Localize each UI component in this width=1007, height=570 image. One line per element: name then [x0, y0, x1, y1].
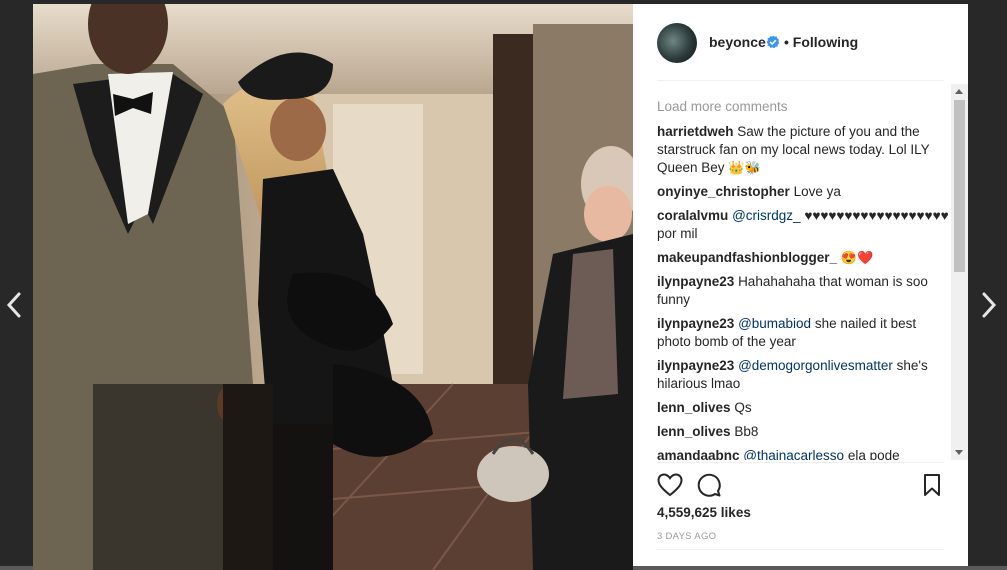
- scroll-down-arrow-icon[interactable]: [955, 450, 963, 455]
- comment-mention[interactable]: @thainacarlesso: [743, 448, 844, 460]
- comment: amandaabnc @thainacarlesso ela pode: [657, 447, 951, 460]
- post-timestamp[interactable]: 3 DAYS AGO: [657, 531, 716, 542]
- verified-badge-icon: [766, 35, 780, 49]
- comment: ilynpayne23 @demogorgonlivesmatter she's…: [657, 357, 951, 393]
- comment-username[interactable]: ilynpayne23: [657, 316, 734, 331]
- comment: ilynpayne23 Hahahahaha that woman is soo…: [657, 273, 951, 309]
- post-header: beyonce • Following: [633, 4, 968, 80]
- comment-username[interactable]: onyinye_christopher: [657, 184, 790, 199]
- comment: lenn_olives Bb8: [657, 423, 951, 441]
- post-username[interactable]: beyonce: [709, 34, 766, 50]
- comment: makeupandfashionblogger_ 😍❤️: [657, 249, 951, 267]
- divider: [657, 549, 944, 550]
- avatar[interactable]: [657, 23, 697, 63]
- comment-text: Love ya: [793, 184, 841, 199]
- comment-username[interactable]: ilynpayne23: [657, 358, 734, 373]
- comment-username[interactable]: amandaabnc: [657, 448, 740, 460]
- comment-mention[interactable]: @demogorgonlivesmatter: [738, 358, 893, 373]
- previous-post-button[interactable]: [2, 288, 26, 322]
- comment: onyinye_christopher Love ya: [657, 183, 951, 201]
- divider: [657, 80, 944, 81]
- likes-count[interactable]: 4,559,625 likes: [657, 505, 751, 520]
- comments-list: Load more comments harrietdweh Saw the p…: [657, 96, 951, 460]
- scroll-up-arrow-icon[interactable]: [955, 89, 963, 94]
- comment-text: Bb8: [734, 424, 759, 439]
- comment-username[interactable]: ilynpayne23: [657, 274, 734, 289]
- comment: coralalvmu @crisrdgz_ ♥♥♥♥♥♥♥♥♥♥♥♥♥♥♥♥♥♥…: [657, 207, 951, 243]
- comment-username[interactable]: lenn_olives: [657, 424, 731, 439]
- follow-status[interactable]: • Following: [784, 34, 858, 50]
- post-photo[interactable]: [33, 4, 633, 570]
- load-more-comments-link[interactable]: Load more comments: [657, 98, 951, 116]
- post-actions: [657, 470, 947, 500]
- comment-mention[interactable]: @crisrdgz_: [732, 208, 800, 223]
- comment-username[interactable]: lenn_olives: [657, 400, 731, 415]
- divider: [657, 462, 944, 463]
- comment: harrietdweh Saw the picture of you and t…: [657, 123, 951, 177]
- comment: lenn_olives Qs: [657, 399, 951, 417]
- next-post-button[interactable]: [977, 288, 1001, 322]
- comment-username[interactable]: makeupandfashionblogger_: [657, 250, 837, 265]
- scroll-thumb[interactable]: [954, 100, 965, 272]
- comments-scrollbar[interactable]: [951, 84, 968, 460]
- comment-emoji: 😍❤️: [840, 250, 874, 265]
- comment-mention[interactable]: @bumabiod: [738, 316, 811, 331]
- heart-icon[interactable]: [657, 473, 683, 497]
- post-image: [33, 4, 633, 570]
- comment-text: ela pode: [847, 448, 900, 460]
- post-sidebar: beyonce • Following Load more comments h…: [633, 4, 968, 566]
- chevron-left-icon: [6, 292, 21, 318]
- follow-label: Following: [792, 34, 859, 50]
- comment-text: Qs: [734, 400, 752, 415]
- comment-bubble-icon[interactable]: [697, 473, 721, 497]
- comment-username[interactable]: coralalvmu: [657, 208, 728, 223]
- comment-emoji: 👑🐝: [728, 160, 761, 175]
- comment: ilynpayne23 @bumabiod she nailed it best…: [657, 315, 951, 351]
- chevron-right-icon: [982, 292, 997, 318]
- separator-dot: •: [784, 34, 789, 50]
- bookmark-icon[interactable]: [923, 473, 941, 497]
- comment-username[interactable]: harrietdweh: [657, 124, 734, 139]
